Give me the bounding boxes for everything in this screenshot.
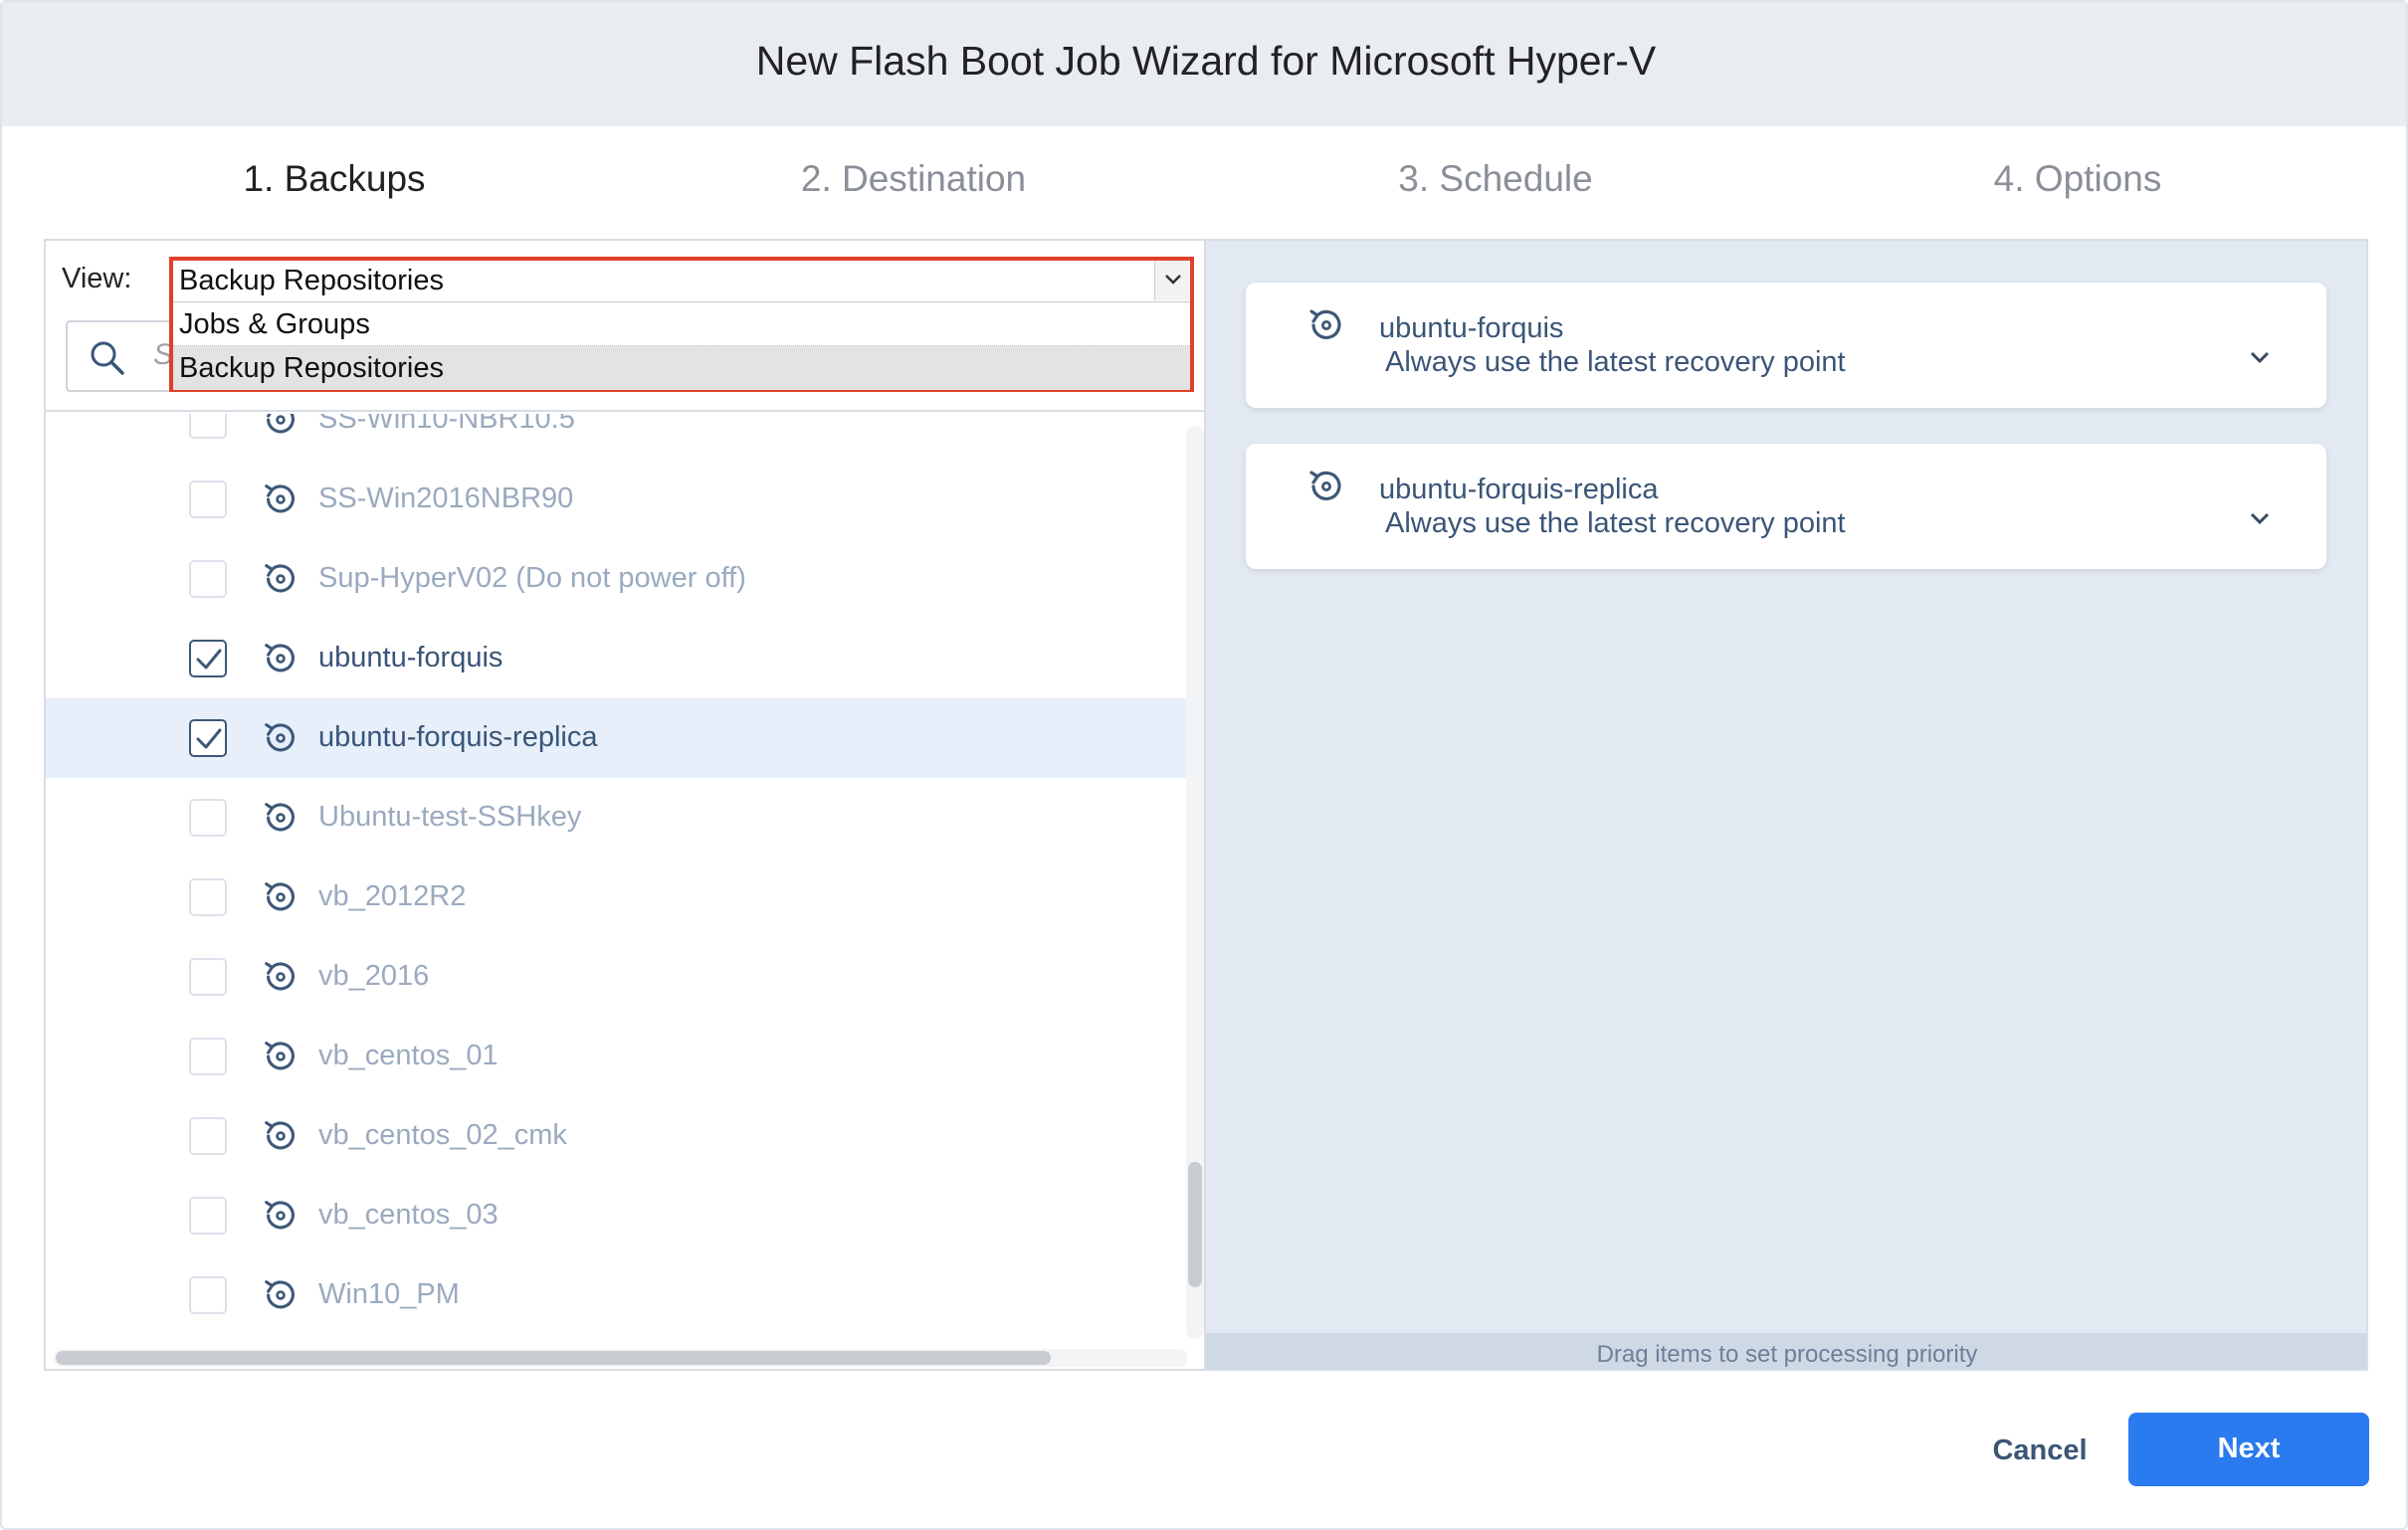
backup-restore-icon: [259, 716, 302, 760]
backup-restore-icon: [259, 1035, 302, 1078]
checkbox[interactable]: [189, 480, 227, 518]
list-item[interactable]: Sup-HyperV02 (Do not power off): [46, 539, 1186, 619]
list-item[interactable]: vb_centos_01: [46, 1017, 1186, 1096]
drag-hint: Drag items to set processing priority: [1206, 1333, 2366, 1369]
list-item-label: Win10_PM: [318, 1278, 460, 1310]
list-item[interactable]: vb_centos_02_cmk: [46, 1096, 1186, 1176]
checkbox[interactable]: [189, 958, 227, 996]
list-item-label: ubuntu-forquis: [318, 642, 503, 673]
backup-restore-icon: [259, 637, 302, 680]
chevron-down-icon[interactable]: [2249, 350, 2271, 364]
checkbox[interactable]: [189, 1276, 227, 1314]
checkmark-icon: [196, 649, 222, 669]
backups-tree-panel: View: S Backup Repositories Jobs & Group…: [44, 239, 1206, 1371]
step-schedule[interactable]: 3. Schedule: [1297, 158, 1695, 200]
checkbox[interactable]: [189, 560, 227, 598]
selected-items-panel: ubuntu-forquis Always use the latest rec…: [1206, 239, 2368, 1371]
list-item-label: SS-Win2016NBR90: [318, 482, 574, 514]
view-label: View:: [62, 263, 132, 294]
checkmark-icon: [196, 728, 222, 749]
list-item-label: vb_2016: [318, 960, 430, 992]
list-item[interactable]: vb_centos_03: [46, 1176, 1186, 1255]
title-bar: New Flash Boot Job Wizard for Microsoft …: [2, 2, 2406, 126]
wizard-window: New Flash Boot Job Wizard for Microsoft …: [0, 0, 2408, 1530]
next-button[interactable]: Next: [2128, 1413, 2369, 1486]
backup-restore-icon: [259, 414, 302, 442]
backup-restore-icon: [259, 478, 302, 521]
selected-item-card[interactable]: ubuntu-forquis Always use the latest rec…: [1246, 283, 2326, 408]
search-icon: [91, 341, 124, 375]
backup-restore-icon: [259, 1194, 302, 1238]
list-item[interactable]: ubuntu-forquis: [46, 619, 1186, 698]
checkbox[interactable]: [189, 799, 227, 837]
wizard-steps: 1. Backups 2. Destination 3. Schedule 4.…: [2, 126, 2406, 238]
checkbox[interactable]: [189, 1038, 227, 1075]
list-item[interactable]: SS-Win10-NBR10.5: [46, 414, 1186, 460]
list-item-label: Sup-HyperV02 (Do not power off): [318, 562, 746, 594]
cancel-button[interactable]: Cancel: [1970, 1415, 2109, 1486]
selected-item-card[interactable]: ubuntu-forquis-replica Always use the la…: [1246, 444, 2326, 569]
selected-item-name: ubuntu-forquis: [1379, 312, 1564, 344]
checkbox[interactable]: [189, 1117, 227, 1155]
backup-restore-icon: [259, 1114, 302, 1158]
view-option-jobs-groups[interactable]: Jobs & Groups: [173, 302, 1190, 346]
horizontal-scrollbar-thumb[interactable]: [56, 1351, 1051, 1365]
checkbox[interactable]: [189, 414, 227, 439]
view-option-backup-repositories[interactable]: Backup Repositories: [173, 346, 1190, 390]
horizontal-scrollbar[interactable]: [54, 1349, 1188, 1367]
view-select-toggle[interactable]: [1154, 261, 1190, 300]
list-item[interactable]: SS-Win2016NBR90: [46, 460, 1186, 539]
chevron-down-icon: [1165, 275, 1181, 285]
chevron-down-icon[interactable]: [2249, 511, 2271, 525]
backup-restore-icon: [259, 955, 302, 999]
window-title: New Flash Boot Job Wizard for Microsoft …: [755, 38, 1657, 84]
list-item-label: vb_centos_01: [318, 1040, 499, 1071]
checkbox-checked[interactable]: [189, 719, 227, 757]
view-select-value[interactable]: Backup Repositories: [173, 261, 1190, 302]
backup-restore-icon: [259, 796, 302, 840]
checkbox[interactable]: [189, 1197, 227, 1235]
backup-restore-icon: [259, 1273, 302, 1317]
vertical-scrollbar-thumb[interactable]: [1188, 1162, 1202, 1287]
backup-restore-icon: [1309, 471, 1341, 500]
list-item-label: vb_2012R2: [318, 880, 467, 912]
step-options[interactable]: 4. Options: [1879, 158, 2277, 200]
view-select-dropdown[interactable]: Backup Repositories Jobs & Groups Backup…: [169, 257, 1194, 392]
checkbox[interactable]: [189, 878, 227, 916]
list-item-label: vb_centos_03: [318, 1199, 499, 1231]
backup-restore-icon: [1309, 309, 1341, 339]
list-item[interactable]: ubuntu-forquis-replica: [46, 698, 1186, 778]
recovery-point-select[interactable]: Always use the latest recovery point: [1385, 507, 1846, 540]
step-backups[interactable]: 1. Backups: [135, 158, 533, 200]
list-item-label: SS-Win10-NBR10.5: [318, 414, 575, 435]
list-item[interactable]: vb_2016: [46, 937, 1186, 1017]
step-destination[interactable]: 2. Destination: [714, 158, 1112, 200]
list-item-label: vb_centos_02_cmk: [318, 1119, 567, 1151]
list-item[interactable]: Ubuntu-test-SSHkey: [46, 778, 1186, 858]
list-item-label: Ubuntu-test-SSHkey: [318, 801, 582, 833]
recovery-point-select[interactable]: Always use the latest recovery point: [1385, 346, 1846, 379]
list-item-label: ubuntu-forquis-replica: [318, 721, 598, 753]
selected-item-name: ubuntu-forquis-replica: [1379, 474, 1659, 505]
view-toolbar: View: S Backup Repositories Jobs & Group…: [46, 241, 1204, 412]
vertical-scrollbar[interactable]: [1186, 426, 1204, 1339]
list-item[interactable]: vb_2012R2: [46, 858, 1186, 937]
backup-restore-icon: [259, 875, 302, 919]
backup-restore-icon: [259, 557, 302, 601]
backup-list: SS-Win10-NBR10.5 SS-Win2016NBR90 Sup-Hyper…: [46, 414, 1186, 1339]
checkbox-checked[interactable]: [189, 640, 227, 677]
list-item[interactable]: Win10_PM: [46, 1255, 1186, 1335]
